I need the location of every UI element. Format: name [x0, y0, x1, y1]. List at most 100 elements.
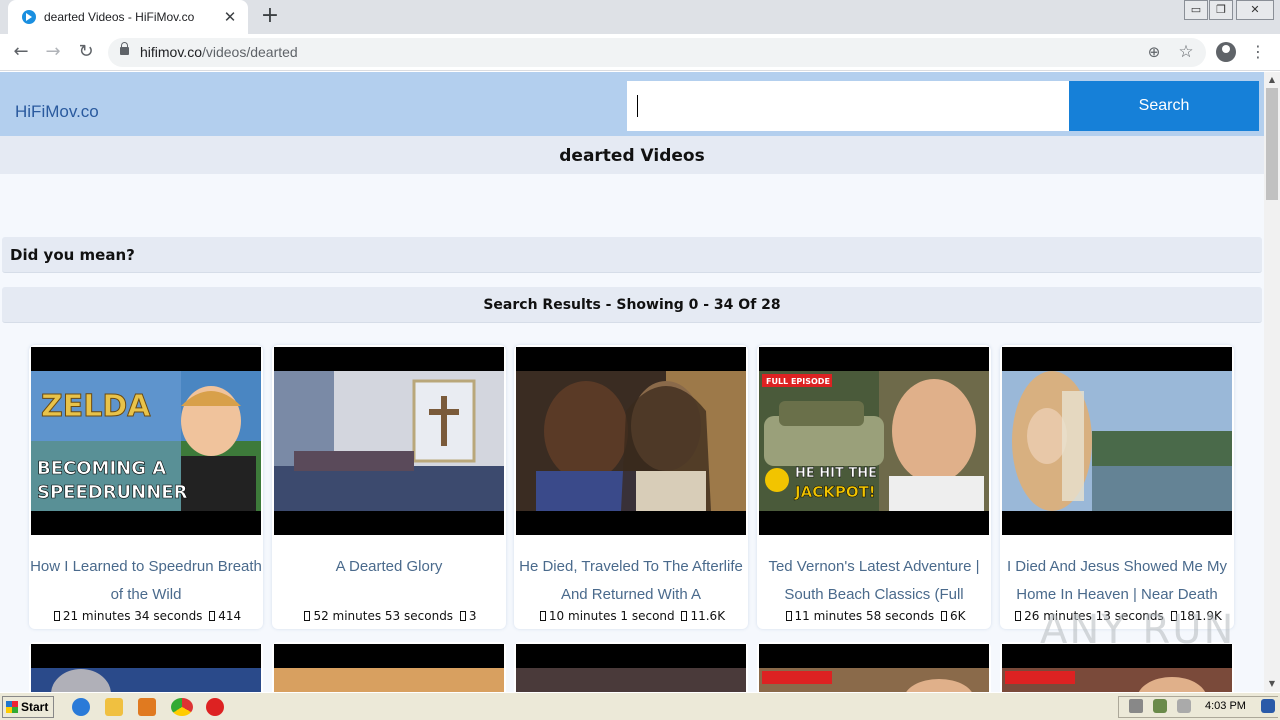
- did-you-mean-header: Did you mean?: [2, 237, 1262, 273]
- browser-tab-strip: dearted Videos - HiFiMov.co ✕ + ▭ ❐ ✕: [0, 0, 1280, 34]
- video-thumbnail[interactable]: [759, 644, 989, 692]
- video-views: 414: [218, 609, 242, 623]
- video-duration: 10 minutes 1 second: [548, 609, 675, 623]
- show-desktop-icon[interactable]: [1261, 699, 1275, 713]
- video-duration: 52 minutes 53 seconds: [313, 609, 454, 623]
- video-card[interactable]: ZELDA BECOMING A SPEEDRUNNER How I Learn…: [29, 345, 263, 629]
- video-card[interactable]: He Died, Traveled To The Afterlife And R…: [514, 345, 748, 629]
- os-taskbar: Start 4:03 PM: [0, 692, 1280, 720]
- start-label: Start: [21, 700, 49, 714]
- profile-avatar-icon[interactable]: [1216, 42, 1236, 62]
- page-viewport: HiFiMov.co Search dearted Videos Did you…: [0, 72, 1264, 692]
- site-logo[interactable]: HiFiMov.co: [15, 102, 99, 122]
- thumbnail-image: [274, 371, 504, 511]
- video-thumbnail[interactable]: [516, 347, 746, 535]
- video-title[interactable]: A Dearted Glory: [272, 553, 506, 609]
- video-card[interactable]: A Dearted Glory 52 minutes 53 seconds 3: [272, 345, 506, 629]
- video-title[interactable]: He Died, Traveled To The Afterlife And R…: [514, 553, 748, 609]
- volume-icon[interactable]: [1129, 699, 1143, 713]
- thumbnail-image: [1002, 371, 1232, 511]
- start-button[interactable]: Start: [2, 696, 54, 718]
- text-caret: [637, 95, 638, 117]
- svg-text:BECOMING A: BECOMING A: [37, 458, 166, 479]
- views-icon: [681, 611, 688, 621]
- restore-button[interactable]: ❐: [1209, 0, 1233, 20]
- svg-text:JACKPOT!: JACKPOT!: [794, 483, 876, 501]
- install-app-icon[interactable]: ⊕: [1143, 41, 1165, 63]
- thumbnail-image: [274, 644, 504, 692]
- video-views: 11.6K: [690, 609, 726, 623]
- network-icon[interactable]: [1153, 699, 1167, 713]
- flag-icon[interactable]: [1177, 699, 1191, 713]
- video-duration: 11 minutes 58 seconds: [794, 609, 935, 623]
- video-thumbnail[interactable]: [516, 644, 746, 692]
- video-views: 3: [468, 609, 477, 623]
- views-icon: [459, 611, 466, 621]
- minimize-button[interactable]: ▭: [1184, 0, 1208, 20]
- site-favicon-icon: [22, 10, 36, 24]
- video-meta: 10 minutes 1 second 11.6K: [514, 609, 748, 623]
- video-thumbnail[interactable]: FULL EPISODE HE HIT THE JACKPOT!: [759, 347, 989, 535]
- video-meta: 21 minutes 34 seconds 414: [29, 609, 263, 623]
- clock-icon: [785, 611, 792, 621]
- video-meta: 52 minutes 53 seconds 3: [272, 609, 506, 623]
- views-icon: [940, 611, 947, 621]
- video-card[interactable]: FULL EPISODE HE HIT THE JACKPOT! Ted Ver…: [757, 345, 991, 629]
- video-card-partial[interactable]: [29, 642, 263, 692]
- anyrun-watermark: ANY RUN: [1040, 607, 1236, 653]
- thumbnail-image: [759, 644, 989, 692]
- video-duration: 21 minutes 34 seconds: [62, 609, 203, 623]
- clock-icon: [1015, 611, 1022, 621]
- results-summary: Search Results - Showing 0 - 34 Of 28: [2, 287, 1262, 323]
- thumbnail-image: [516, 371, 746, 511]
- thumbnail-image: FULL EPISODE HE HIT THE JACKPOT!: [759, 371, 989, 511]
- video-thumbnail[interactable]: [274, 347, 504, 535]
- video-card[interactable]: I Died And Jesus Showed Me My Home In He…: [1000, 345, 1234, 629]
- tab-title: dearted Videos - HiFiMov.co: [44, 10, 195, 24]
- video-card-partial[interactable]: [272, 642, 506, 692]
- media-player-icon[interactable]: [138, 698, 156, 716]
- clock-icon: [53, 611, 60, 621]
- chrome-icon[interactable]: [171, 698, 193, 716]
- windows-logo-icon: [6, 701, 18, 713]
- folder-icon[interactable]: [105, 698, 123, 716]
- browser-tab[interactable]: dearted Videos - HiFiMov.co ✕: [8, 0, 248, 34]
- clock-icon: [539, 611, 546, 621]
- video-thumbnail[interactable]: ZELDA BECOMING A SPEEDRUNNER: [31, 347, 261, 535]
- forward-button[interactable]: →: [41, 40, 65, 64]
- video-title[interactable]: Ted Vernon's Latest Adventure | South Be…: [757, 553, 991, 609]
- video-thumbnail[interactable]: [31, 644, 261, 692]
- thumbnail-image: [516, 644, 746, 692]
- video-title[interactable]: How I Learned to Speedrun Breath of the …: [29, 553, 263, 609]
- taskbar-clock: 4:03 PM: [1205, 700, 1246, 712]
- video-card-partial[interactable]: [514, 642, 748, 692]
- views-icon: [209, 611, 216, 621]
- address-bar[interactable]: hifimov.co/videos/dearted ⊕ ☆: [108, 38, 1206, 67]
- svg-text:SPEEDRUNNER: SPEEDRUNNER: [37, 482, 188, 503]
- scroll-up-arrow-icon[interactable]: ▲: [1264, 72, 1280, 88]
- new-tab-button[interactable]: +: [258, 4, 282, 28]
- thumbnail-image: ZELDA BECOMING A SPEEDRUNNER: [31, 371, 261, 511]
- reload-button[interactable]: ↻: [74, 40, 98, 64]
- video-views: 6K: [949, 609, 966, 623]
- clock-icon: [304, 611, 311, 621]
- video-thumbnail[interactable]: [274, 644, 504, 692]
- video-thumbnail[interactable]: [1002, 347, 1232, 535]
- bookmark-star-icon[interactable]: ☆: [1175, 41, 1197, 63]
- tab-close-icon[interactable]: ✕: [222, 8, 238, 26]
- scrollbar-thumb[interactable]: [1266, 88, 1278, 200]
- ie-icon[interactable]: [72, 698, 90, 716]
- search-button[interactable]: Search: [1069, 81, 1259, 131]
- opera-icon[interactable]: [206, 698, 224, 716]
- browser-toolbar: ← → ↻ hifimov.co/videos/dearted ⊕ ☆ ⋮: [0, 34, 1280, 71]
- search-input[interactable]: [627, 81, 1069, 131]
- browser-menu-icon[interactable]: ⋮: [1250, 40, 1266, 64]
- scroll-down-arrow-icon[interactable]: ▼: [1264, 676, 1280, 692]
- back-button[interactable]: ←: [9, 40, 33, 64]
- window-close-button[interactable]: ✕: [1236, 0, 1274, 20]
- video-meta: 11 minutes 58 seconds 6K: [757, 609, 991, 623]
- video-title[interactable]: I Died And Jesus Showed Me My Home In He…: [1000, 553, 1234, 609]
- page-scrollbar[interactable]: ▲ ▼: [1264, 72, 1280, 692]
- video-card-partial[interactable]: [757, 642, 991, 692]
- url-path: /videos/dearted: [201, 44, 298, 60]
